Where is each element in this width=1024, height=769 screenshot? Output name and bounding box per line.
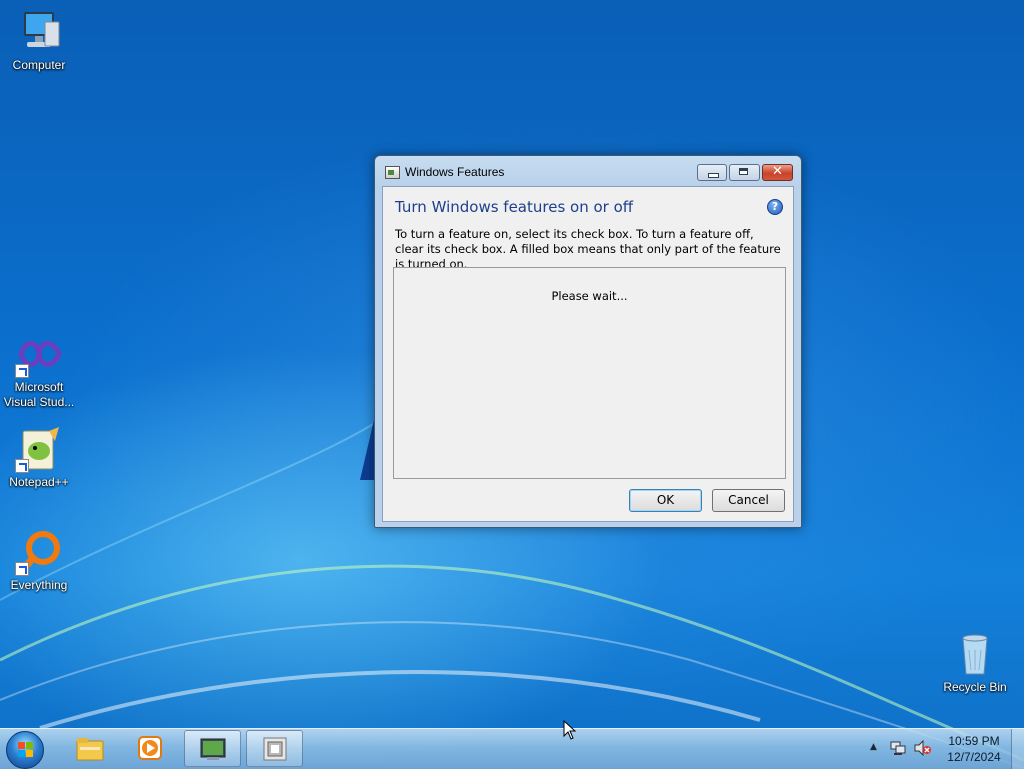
desktop-icon-visual-studio[interactable]: Microsoft Visual Stud... [1,330,77,410]
dialog-heading: Turn Windows features on or off [395,198,634,216]
features-tree[interactable]: Please wait... [393,267,786,479]
computer-icon [15,8,63,56]
close-button[interactable]: ✕ [762,164,793,181]
start-button[interactable] [6,731,44,769]
volume-muted-icon[interactable] [914,739,932,757]
desktop-icon-label: Everything [10,578,68,592]
shortcut-arrow-icon [15,459,29,473]
visual-studio-icon [15,330,63,378]
taskbar: ▲ 10:59 PM 12/7/2024 [0,728,1024,769]
desktop-icon-label: Notepad++ [9,475,69,489]
dialog-description: To turn a feature on, select its check b… [395,227,781,271]
desktop-icon-recycle-bin[interactable]: Recycle Bin [937,630,1013,695]
ok-button[interactable]: OK [629,489,702,512]
loading-status: Please wait... [551,289,628,303]
maximize-button[interactable] [729,164,760,181]
windows-explorer-icon [76,735,104,761]
show-desktop-button[interactable] [1011,729,1024,769]
windows-features-dialog: Windows Features ✕ Turn Windows features… [374,155,802,528]
shortcut-arrow-icon [15,364,29,378]
windows-features-icon [385,166,400,179]
taskbar-media-player-button[interactable] [122,730,179,767]
show-hidden-icons-button[interactable]: ▲ [870,742,877,752]
windows-logo-icon [18,742,33,757]
desktop-icon-everything[interactable]: Everything [1,528,77,593]
everything-search-icon [15,528,63,576]
close-icon: ✕ [772,164,783,179]
clock-date: 12/7/2024 [947,750,1001,764]
minimize-button[interactable] [697,164,727,181]
desktop-icon-label: Computer [12,58,66,72]
control-panel-icon [199,736,227,762]
window-title: Windows Features [405,165,505,179]
recycle-bin-icon [951,630,999,678]
taskbar-windows-features-button[interactable] [246,730,303,767]
media-player-icon [136,735,164,761]
taskbar-explorer-button[interactable] [62,730,119,767]
title-bar[interactable]: Windows Features ✕ [375,156,801,186]
clock-time: 10:59 PM [948,734,1000,748]
desktop-icon-label: Recycle Bin [943,680,1007,694]
system-clock[interactable]: 10:59 PM 12/7/2024 [938,733,1010,765]
windows-features-icon [261,736,289,762]
shortcut-arrow-icon [15,562,29,576]
help-icon[interactable]: ? [767,199,783,215]
cancel-button[interactable]: Cancel [712,489,785,512]
desktop-icon-computer[interactable]: Computer [1,8,77,73]
mouse-cursor-icon [563,720,577,740]
desktop-icon-label: Microsoft Visual Stud... [3,380,75,409]
desktop-icon-notepad-plus-plus[interactable]: Notepad++ [1,425,77,490]
network-icon[interactable] [890,740,906,756]
dialog-content: Turn Windows features on or off ? To tur… [382,186,794,522]
taskbar-control-panel-button[interactable] [184,730,241,767]
notepad-plus-plus-icon [15,425,63,473]
